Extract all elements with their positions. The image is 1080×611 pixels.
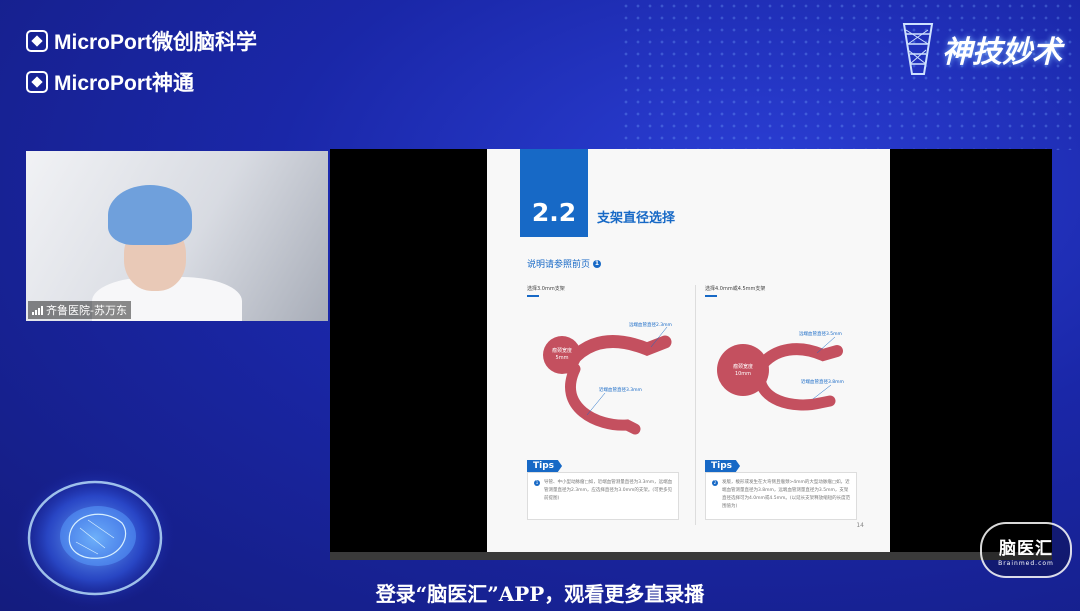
left-proximal-label: 近端血管直径3.3mm <box>599 386 642 393</box>
left-column-heading: 选择3.0mm支架 <box>527 286 565 292</box>
speaker-figure-cap <box>108 185 192 245</box>
aneurysm-label-line1: 瘤颈宽度 <box>552 347 572 354</box>
left-tips-marker: 1 <box>534 480 540 486</box>
aneurysm-label-line1: 瘤颈宽度 <box>733 363 753 370</box>
right-aneurysm-diagram: 瘤颈宽度 10mm 远端血管直径3.5mm 近端血管直径3.8mm <box>717 330 844 411</box>
microport-neurotech-logo: MicroPort微创脑科学 <box>26 26 257 56</box>
left-distal-label: 远端血管直径2.3mm <box>629 321 672 328</box>
show-title-text: 神技妙术 <box>942 35 1062 70</box>
right-proximal-label: 近端血管直径3.8mm <box>801 378 844 385</box>
left-tips-badge: Tips <box>527 460 563 472</box>
show-title-logo: 神技妙术 <box>898 20 1062 78</box>
slide-page-number: 14 <box>856 522 864 529</box>
right-distal-label: 远端血管直径3.5mm <box>799 330 842 337</box>
watermark-title: 脑医汇 <box>999 538 1053 559</box>
aneurysm-label-line2: 10mm <box>735 371 751 377</box>
left-tips-box: 1 导管、中小型动脉瘤□如，近端血管测量直径为3.3mm，远端血管测量直径为2.… <box>527 472 679 520</box>
shared-screen: 2.2 支架直径选择 说明请参照前页 1 选择3.0mm支架 选择4.0mm或4… <box>330 149 1052 558</box>
screen-bottom-bar <box>330 552 1052 560</box>
right-tips-box: 2 发版，梭形或发生在大弯侧且瘤颈>4mm的大型动脉瘤□如，近端血管测量直径为3… <box>705 472 857 520</box>
bottom-caption: 登录“脑医汇”APP，观看更多直录播 <box>375 582 705 606</box>
right-column-heading: 选择4.0mm或4.5mm支架 <box>705 286 766 292</box>
signal-strength-icon <box>32 305 43 315</box>
microport-logo-icon <box>26 71 48 93</box>
logo-text-1: MicroPort微创脑科学 <box>54 31 258 54</box>
column-divider <box>695 285 696 525</box>
speaker-name: 齐鲁医院-苏万东 <box>46 304 127 317</box>
section-title: 支架直径选择 <box>597 211 676 226</box>
presentation-slide: 2.2 支架直径选择 说明请参照前页 1 选择3.0mm支架 选择4.0mm或4… <box>487 149 890 552</box>
speaker-label: 齐鲁医院-苏万东 <box>28 301 131 319</box>
brainmed-watermark: 脑医汇 Brainmed.com <box>980 522 1072 578</box>
note-marker: 1 <box>593 259 602 268</box>
stent-icon <box>902 23 934 75</box>
speaker-webcam-feed: 齐鲁医院-苏万东 <box>26 151 328 321</box>
aneurysm-label-line2: 5mm <box>556 355 569 361</box>
logo-text-2: MicroPort神通 <box>54 72 195 95</box>
aneurysm-sac <box>717 344 769 396</box>
slide-note: 说明请参照前页 1 <box>527 257 602 270</box>
right-tips-marker: 2 <box>712 480 718 486</box>
left-tips-text: 导管、中小型动脉瘤□如，近端血管测量直径为3.3mm，远端血管测量直径为2.3m… <box>544 480 673 501</box>
section-number: 2.2 <box>520 149 588 237</box>
right-tips-text: 发版，梭形或发生在大弯侧且瘤颈>4mm的大型动脉瘤□如，近端血管测量直径为3.8… <box>722 480 851 509</box>
left-aneurysm-diagram: 瘤颈宽度 5mm 远端血管直径2.3mm 近端血管直径3.3mm <box>543 321 672 435</box>
microport-shentong-logo: MicroPort神通 <box>26 67 194 97</box>
slide-note-text: 说明请参照前页 <box>527 260 591 270</box>
watermark-subtitle: Brainmed.com <box>998 559 1054 567</box>
right-tips-badge: Tips <box>705 460 741 472</box>
microport-logo-icon <box>26 30 48 52</box>
